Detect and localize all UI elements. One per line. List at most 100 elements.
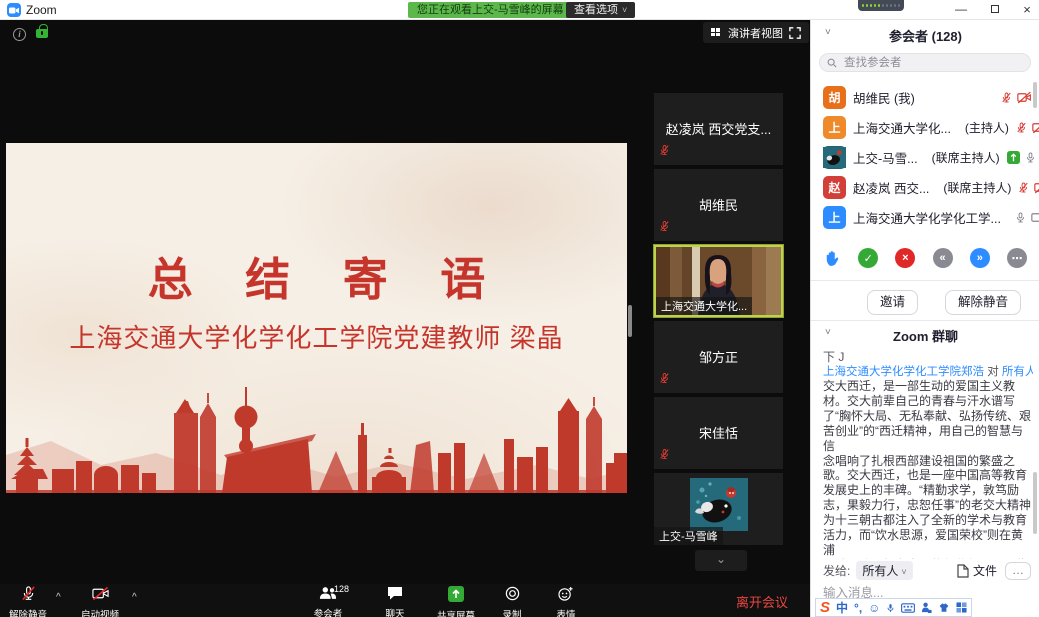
mic-muted-icon bbox=[659, 219, 670, 237]
start-video-button[interactable]: 启动视频 bbox=[72, 586, 128, 617]
yes-reaction-icon[interactable]: ✓ bbox=[858, 248, 878, 268]
camera-off-icon bbox=[1034, 181, 1039, 194]
mic-muted-icon bbox=[659, 143, 670, 161]
participant-row[interactable]: 上 上海交通大学化... (主持人) bbox=[811, 112, 1039, 142]
no-reaction-icon[interactable]: × bbox=[895, 248, 915, 268]
screen-sharing-icon bbox=[1007, 151, 1020, 164]
main-scrollbar-thumb[interactable] bbox=[628, 305, 632, 337]
search-input[interactable] bbox=[842, 56, 1012, 70]
chat-button[interactable]: 聊天 bbox=[372, 586, 418, 617]
participant-search-box[interactable] bbox=[819, 53, 1031, 72]
meeting-toolbar: 解除静音 ^ 启动视频 ^ 128 参会者 聊天 共享屏幕 bbox=[0, 584, 810, 617]
participant-row[interactable]: 上交-马雪... (联席主持人) bbox=[811, 142, 1039, 172]
video-tile[interactable]: 胡维民 bbox=[654, 169, 783, 241]
view-options-button[interactable]: 查看选项˅ bbox=[566, 2, 635, 18]
invite-button[interactable]: 邀请 bbox=[867, 290, 918, 315]
reactions-button[interactable]: 表情 bbox=[544, 586, 588, 617]
participants-scrollbar-thumb[interactable] bbox=[1033, 82, 1037, 108]
mic-muted-icon bbox=[659, 371, 670, 389]
zoom-window: Zoom 您正在观看上交-马雪峰的屏幕 查看选项˅ — × i 演讲者视图 总 … bbox=[0, 0, 1039, 617]
speaker-view-button[interactable]: 演讲者视图 bbox=[703, 22, 809, 43]
participant-row[interactable]: 上 上海交通大学化学化工学... bbox=[811, 202, 1039, 232]
ime-keyboard-icon[interactable] bbox=[901, 603, 915, 613]
sogou-ime-toolbar[interactable]: S 中 °, ☺ bbox=[815, 598, 972, 617]
watching-screen-badge: 您正在观看上交-马雪峰的屏幕 bbox=[408, 2, 573, 18]
video-tile[interactable]: 邹方正 bbox=[654, 321, 783, 393]
ime-punctuation-icon[interactable]: °, bbox=[854, 601, 862, 615]
mic-icon bbox=[1015, 211, 1026, 224]
send-to-dropdown[interactable]: 所有人˅ bbox=[856, 561, 912, 580]
chat-more-button[interactable]: … bbox=[1005, 562, 1031, 580]
audio-level-meter-icon bbox=[858, 0, 904, 11]
tile-name: 邹方正 bbox=[654, 347, 783, 366]
chat-sender-line: 上海交通大学化学化工学院郑浩 对 所有人说: bbox=[823, 363, 1033, 379]
camera-off-icon bbox=[92, 586, 109, 601]
chat-message-text: 交大西迁，是一部生动的爱国主义教 材。交大前辈自己的青春与汗水谱写 了“胸怀大局… bbox=[823, 379, 1031, 559]
smiley-plus-icon bbox=[558, 586, 574, 601]
chevron-down-icon: ˅ bbox=[622, 5, 627, 15]
ime-shirt-icon[interactable] bbox=[938, 602, 950, 613]
ime-emoji-icon[interactable]: ☺ bbox=[868, 601, 880, 615]
go-faster-icon[interactable]: » bbox=[970, 248, 990, 268]
ime-chinese-mode-icon[interactable]: 中 bbox=[836, 599, 848, 616]
maximize-button[interactable] bbox=[982, 0, 1008, 19]
more-reactions-icon[interactable]: ⋯ bbox=[1007, 248, 1027, 268]
slide-title: 总 结 寄 语 bbox=[6, 243, 627, 308]
ime-toolbox-icon[interactable] bbox=[956, 602, 967, 613]
active-speaker-video-tile[interactable]: 上海交通大学化... bbox=[654, 245, 783, 317]
video-options-chevron[interactable]: ^ bbox=[132, 592, 137, 603]
maximize-icon bbox=[991, 5, 999, 13]
avatar-image bbox=[823, 146, 846, 169]
chat-scrollbar-thumb[interactable] bbox=[1033, 472, 1037, 534]
chevron-down-icon: ⌄ bbox=[716, 552, 726, 566]
avatar: 赵 bbox=[823, 176, 846, 199]
divider bbox=[811, 280, 1039, 281]
chat-send-row: 发给: 所有人˅ 文件 … bbox=[823, 561, 1031, 580]
audio-options-chevron[interactable]: ^ bbox=[56, 592, 61, 603]
mic-muted-icon bbox=[1018, 181, 1029, 194]
ime-skin-person-icon[interactable] bbox=[921, 602, 932, 614]
file-button-label[interactable]: 文件 bbox=[973, 562, 997, 579]
chat-bubble-icon bbox=[387, 586, 403, 600]
participants-panel-title: 参会者 (128) bbox=[811, 26, 1039, 45]
mic-muted-icon bbox=[659, 447, 670, 465]
tile-name-plate: 上交-马雪峰 bbox=[654, 527, 723, 545]
gallery-grid-icon bbox=[711, 28, 722, 37]
meeting-info-icon[interactable]: i bbox=[13, 28, 26, 41]
raise-hand-icon[interactable] bbox=[824, 249, 841, 267]
camera-off-icon bbox=[1032, 121, 1039, 134]
chat-panel-title: Zoom 群聊 bbox=[811, 326, 1039, 345]
collapse-video-strip-button[interactable]: ⌄ bbox=[695, 550, 747, 571]
file-icon[interactable] bbox=[957, 564, 969, 578]
sogou-logo-icon[interactable]: S bbox=[820, 599, 830, 616]
record-button[interactable]: 录制 bbox=[490, 586, 534, 617]
record-icon bbox=[505, 586, 520, 601]
mic-icon bbox=[1025, 151, 1036, 164]
ime-voice-icon[interactable] bbox=[886, 602, 895, 614]
video-tile[interactable]: 赵凌岚 西交党支... bbox=[654, 93, 783, 165]
close-button[interactable]: × bbox=[1014, 0, 1039, 19]
participants-button[interactable]: 128 参会者 bbox=[300, 586, 356, 617]
minimize-button[interactable]: — bbox=[948, 0, 974, 19]
chat-sender-name[interactable]: 上海交通大学化学化工学院郑浩 bbox=[823, 366, 984, 378]
share-screen-icon bbox=[448, 586, 464, 602]
chat-recipient[interactable]: 所有人 bbox=[1002, 366, 1033, 378]
avatar: 胡 bbox=[823, 86, 846, 109]
camera-off-icon bbox=[1017, 91, 1032, 104]
go-slower-icon[interactable]: « bbox=[933, 248, 953, 268]
video-tile[interactable]: 宋佳恬 bbox=[654, 397, 783, 469]
participant-row[interactable]: 胡 胡维民 (我) bbox=[811, 82, 1039, 112]
share-screen-button[interactable]: 共享屏幕 bbox=[428, 586, 484, 617]
avatar: 上 bbox=[823, 116, 846, 139]
zoom-app-icon bbox=[7, 3, 21, 17]
user-avatar-image bbox=[690, 478, 748, 531]
speaker-view-label: 演讲者视图 bbox=[728, 25, 783, 41]
fullscreen-icon[interactable] bbox=[789, 27, 801, 39]
search-icon bbox=[827, 58, 837, 68]
leave-meeting-button[interactable]: 离开会议 bbox=[736, 592, 788, 611]
unmute-all-button[interactable]: 解除静音 bbox=[945, 290, 1021, 315]
video-tile[interactable]: 上交-马雪峰 bbox=[654, 473, 783, 545]
shanghai-skyline-graphic bbox=[6, 383, 627, 493]
participant-row[interactable]: 赵 赵凌岚 西交... (联席主持人) bbox=[811, 172, 1039, 202]
unmute-button[interactable]: 解除静音 bbox=[2, 586, 54, 617]
